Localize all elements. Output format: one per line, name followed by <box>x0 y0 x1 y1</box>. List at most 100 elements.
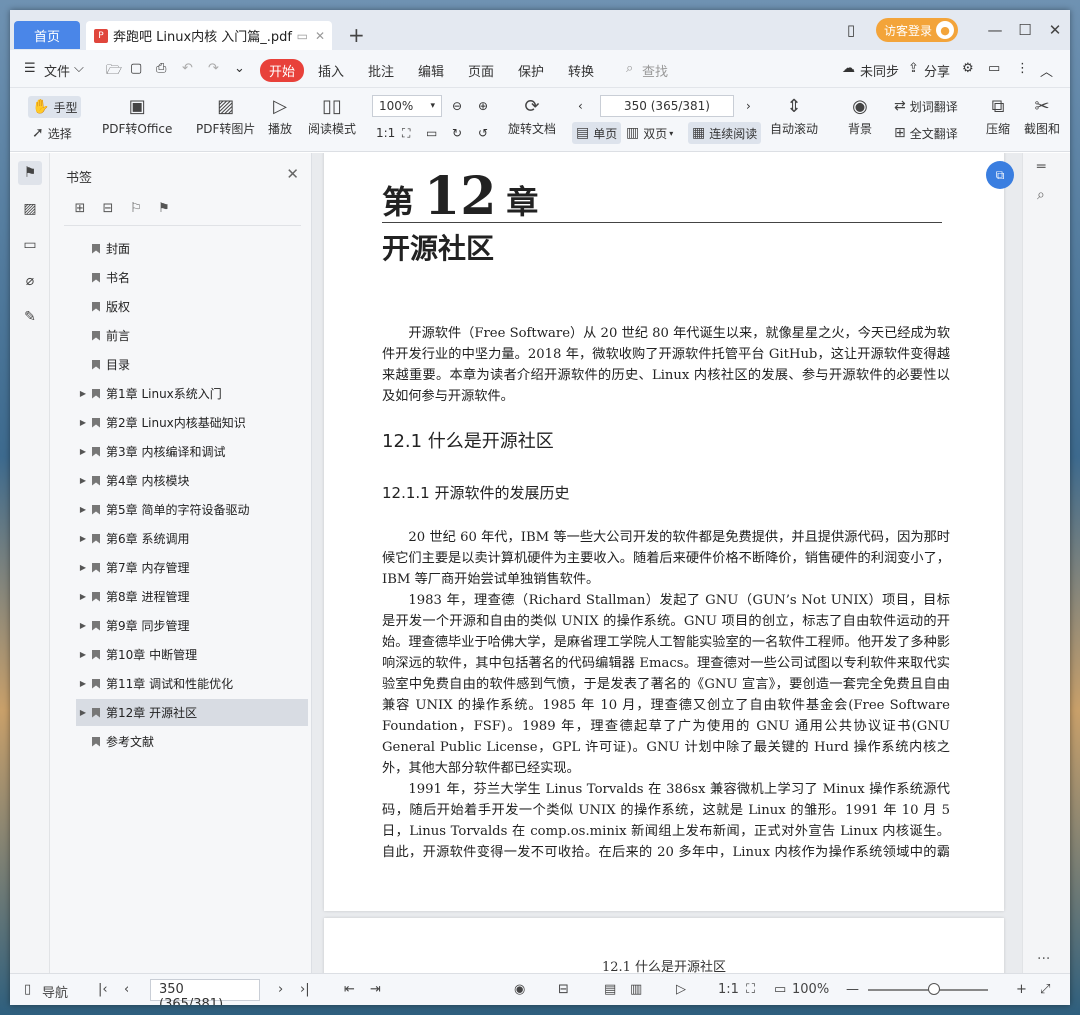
play-button[interactable]: ▷ 播放 <box>268 94 292 137</box>
comment-icon[interactable]: ▭ <box>988 61 1000 76</box>
fit-page-status-icon[interactable]: ⛶ <box>746 982 755 997</box>
bookmark-item[interactable]: 书名 <box>76 264 308 291</box>
collapse-bookmark-icon[interactable]: ⚑ <box>150 201 178 216</box>
bookmark-item[interactable]: ▶ 第2章 Linux内核基础知识 <box>76 409 308 436</box>
continuous-read-button[interactable]: ▦ 连续阅读 <box>688 122 762 144</box>
auto-scroll-button[interactable]: ⇕ 自动滚动 <box>770 94 818 137</box>
undo-icon[interactable]: ↶ <box>182 61 193 76</box>
close-window-icon[interactable]: ✕ <box>1040 21 1070 39</box>
maximize-icon[interactable]: ☐ <box>1010 21 1040 39</box>
new-tab-icon[interactable]: + <box>348 23 365 47</box>
menu-page[interactable]: 页面 <box>468 61 494 80</box>
next-page-status-icon[interactable]: › <box>278 982 283 997</box>
bookmark-item[interactable]: ▶ 第9章 同步管理 <box>76 612 308 639</box>
pdf-to-office-button[interactable]: ▣ PDF转Office <box>102 94 172 137</box>
bookmark-item[interactable]: 封面 <box>76 235 308 262</box>
bookmark-item[interactable]: ▶ 第8章 进程管理 <box>76 583 308 610</box>
more-down-icon[interactable]: ⌄ <box>234 61 245 76</box>
next-page-icon[interactable]: › <box>746 95 751 117</box>
page-input[interactable]: 350 (365/381) <box>600 95 734 117</box>
float-tool-icon[interactable]: ⧉ <box>986 161 1014 189</box>
expand-arrow-icon[interactable]: ▶ <box>76 621 90 630</box>
rotate-left-icon[interactable]: ↺ <box>478 122 488 144</box>
play-mode-icon[interactable]: ▷ <box>676 982 686 997</box>
expand-arrow-icon[interactable]: ▶ <box>76 476 90 485</box>
word-translate-button[interactable]: ⇄ 划词翻译 <box>894 95 958 117</box>
screenshot-button[interactable]: ✂ 截图和 <box>1024 94 1060 137</box>
menu-file[interactable]: 文件 <box>44 61 70 80</box>
bookmark-item[interactable]: ▶ 第10章 中断管理 <box>76 641 308 668</box>
menu-edit[interactable]: 编辑 <box>418 61 444 80</box>
expand-arrow-icon[interactable]: ▶ <box>76 389 90 398</box>
signature-icon[interactable]: ✎ <box>18 305 42 329</box>
bookmark-item[interactable]: 目录 <box>76 351 308 378</box>
status-page-input[interactable]: 350 (365/381) <box>150 979 260 1005</box>
search-icon[interactable]: ⌕ <box>626 61 633 76</box>
last-page-icon[interactable]: ›| <box>300 982 310 997</box>
print-icon[interactable]: ⎙ <box>156 61 166 76</box>
menu-insert[interactable]: 插入 <box>318 61 344 80</box>
delete-bookmark-icon[interactable]: ⊟ <box>94 201 122 216</box>
fit-width-status-icon[interactable]: ▭ <box>774 982 786 997</box>
redo-icon[interactable]: ↷ <box>208 61 219 76</box>
tab-close-icon[interactable]: ✕ <box>315 29 325 43</box>
tab-home[interactable]: 首页 <box>14 21 80 49</box>
single-mode-icon[interactable]: ▤ <box>604 982 616 997</box>
bookmark-icon[interactable]: ⚑ <box>18 161 42 185</box>
window-layout-icon[interactable]: ▯ <box>836 21 866 39</box>
bookmark-item[interactable]: ▶ 第3章 内核编译和调试 <box>76 438 308 465</box>
nav-icon[interactable]: ▯ <box>24 982 31 997</box>
full-translate-button[interactable]: ⊞ 全文翻译 <box>894 122 958 144</box>
tab-document[interactable]: P 奔跑吧 Linux内核 入门篇_.pdf ▭ ✕ <box>86 21 332 50</box>
bookmark-item[interactable]: ▶ 第1章 Linux系统入门 <box>76 380 308 407</box>
share-icon[interactable]: ⇪ <box>908 61 919 76</box>
expand-arrow-icon[interactable]: ▶ <box>76 592 90 601</box>
double-mode-icon[interactable]: ▥ <box>630 982 642 997</box>
bookmark-item[interactable]: 参考文献 <box>76 728 308 755</box>
expand-bookmark-icon[interactable]: ⚐ <box>122 201 150 216</box>
zoom-slider[interactable] <box>868 983 988 995</box>
expand-arrow-icon[interactable]: ▶ <box>76 563 90 572</box>
expand-arrow-icon[interactable]: ▶ <box>76 534 90 543</box>
menu-start[interactable]: 开始 <box>260 59 305 82</box>
share-button[interactable]: 分享 <box>924 61 950 80</box>
back-icon[interactable]: ⇤ <box>344 982 355 997</box>
zoom-select[interactable]: 100% ▾ <box>372 95 442 117</box>
actual-size-status-icon[interactable]: 1:1 <box>718 982 739 997</box>
panel-toggle-icon[interactable]: ═ <box>1037 159 1045 175</box>
prev-page-status-icon[interactable]: ‹ <box>124 982 129 997</box>
bookmark-item[interactable]: 前言 <box>76 322 308 349</box>
rotate-right-icon[interactable]: ↻ <box>452 122 462 144</box>
fullscreen-icon[interactable]: ⤢ <box>1040 982 1050 997</box>
login-button[interactable]: 访客登录 ● <box>875 18 958 42</box>
compress-button[interactable]: ⧉ 压缩 <box>986 94 1010 137</box>
zoom-out-status-icon[interactable]: — <box>846 982 859 997</box>
menu-icon[interactable]: ☰ <box>24 61 36 76</box>
single-page-button[interactable]: ▤ 单页 <box>572 122 622 144</box>
bookmark-item[interactable]: ▶ 第12章 开源社区 <box>76 699 308 726</box>
cloud-icon[interactable]: ☁ <box>842 61 855 76</box>
gear-icon[interactable]: ⚙ <box>962 61 974 76</box>
more-icon[interactable]: ⋮ <box>1016 61 1029 76</box>
attachment-icon[interactable]: ⌀ <box>18 269 42 293</box>
double-page-button[interactable]: ▥ 双页 ▾ <box>626 122 673 144</box>
bookmark-item[interactable]: ▶ 第6章 系统调用 <box>76 525 308 552</box>
expand-arrow-icon[interactable]: ▶ <box>76 447 90 456</box>
menu-annotate[interactable]: 批注 <box>368 61 394 80</box>
bookmark-item[interactable]: 版权 <box>76 293 308 320</box>
expand-arrow-icon[interactable]: ▶ <box>76 708 90 717</box>
menu-convert[interactable]: 转换 <box>568 61 594 80</box>
minimize-icon[interactable]: — <box>980 21 1010 39</box>
expand-arrow-icon[interactable]: ▶ <box>76 679 90 688</box>
tab-float-icon[interactable]: ▭ <box>297 29 308 43</box>
continuous-mode-icon[interactable]: ⊟ <box>558 982 569 997</box>
collapse-icon[interactable]: ︿ <box>1040 61 1053 80</box>
zoom-slider-knob[interactable] <box>928 983 940 995</box>
eye-mode-icon[interactable]: ◉ <box>514 982 525 997</box>
background-button[interactable]: ◉ 背景 <box>848 94 872 137</box>
rotate-document-button[interactable]: ⟳ 旋转文档 <box>508 94 556 137</box>
fit-width-icon[interactable]: ▭ <box>426 122 437 144</box>
fit-page-icon[interactable]: ⛶ <box>402 122 410 144</box>
zoom-in-status-icon[interactable]: + <box>1016 982 1027 997</box>
status-zoom[interactable]: 100% <box>792 982 829 997</box>
